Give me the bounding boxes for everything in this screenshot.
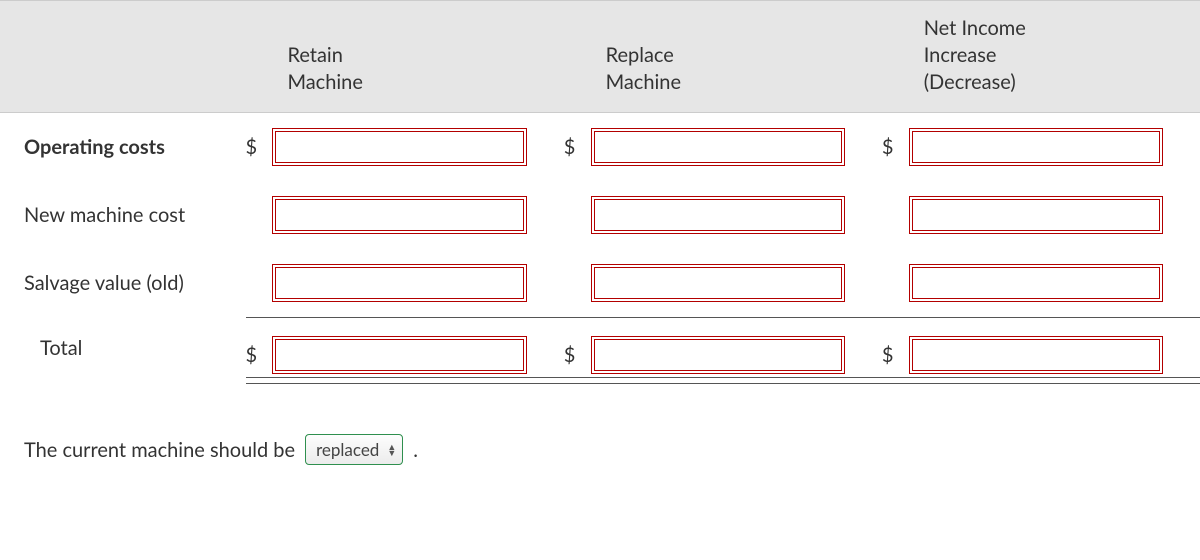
total-replace-input[interactable] <box>594 339 842 371</box>
col-header-net: Net IncomeIncrease(Decrease) <box>912 1 1200 113</box>
decision-prefix: The current machine should be <box>24 438 295 462</box>
table-header-row: RetainMachine ReplaceMachine Net IncomeI… <box>0 1 1200 113</box>
currency-symbol: $ <box>564 135 576 159</box>
total-retain-input[interactable] <box>275 339 523 371</box>
currency-symbol: $ <box>882 343 894 367</box>
row-label: Salvage value (old) <box>24 271 184 295</box>
salvage-value-replace-input[interactable] <box>594 267 842 299</box>
new-machine-cost-retain-input[interactable] <box>275 199 523 231</box>
row-salvage-value-old: Salvage value (old) <box>0 249 1200 318</box>
currency-symbol: $ <box>246 343 258 367</box>
operating-costs-net-input[interactable] <box>912 131 1160 163</box>
decision-select[interactable]: replaced ▲▼ <box>305 434 403 465</box>
new-machine-cost-net-input[interactable] <box>912 199 1160 231</box>
decision-suffix: . <box>413 438 418 462</box>
total-net-input[interactable] <box>912 339 1160 371</box>
currency-symbol: $ <box>564 343 576 367</box>
new-machine-cost-replace-input[interactable] <box>594 199 842 231</box>
salvage-value-retain-input[interactable] <box>275 267 523 299</box>
operating-costs-replace-input[interactable] <box>594 131 842 163</box>
row-label: Operating costs <box>24 135 165 159</box>
salvage-value-net-input[interactable] <box>912 267 1160 299</box>
select-stepper-icon: ▲▼ <box>387 444 396 456</box>
analysis-table: RetainMachine ReplaceMachine Net IncomeI… <box>0 0 1200 384</box>
row-label: Total <box>24 336 82 360</box>
operating-costs-retain-input[interactable] <box>275 131 523 163</box>
row-label: New machine cost <box>24 203 185 227</box>
currency-symbol: $ <box>246 135 258 159</box>
col-header-replace: ReplaceMachine <box>594 1 882 113</box>
col-header-retain: RetainMachine <box>275 1 563 113</box>
decision-select-value: replaced <box>316 439 379 460</box>
row-total: Total $ $ $ <box>0 318 1200 378</box>
row-operating-costs: Operating costs $ $ $ <box>0 113 1200 182</box>
currency-symbol: $ <box>882 135 894 159</box>
row-new-machine-cost: New machine cost <box>0 181 1200 249</box>
decision-sentence: The current machine should be replaced ▲… <box>0 384 1200 485</box>
